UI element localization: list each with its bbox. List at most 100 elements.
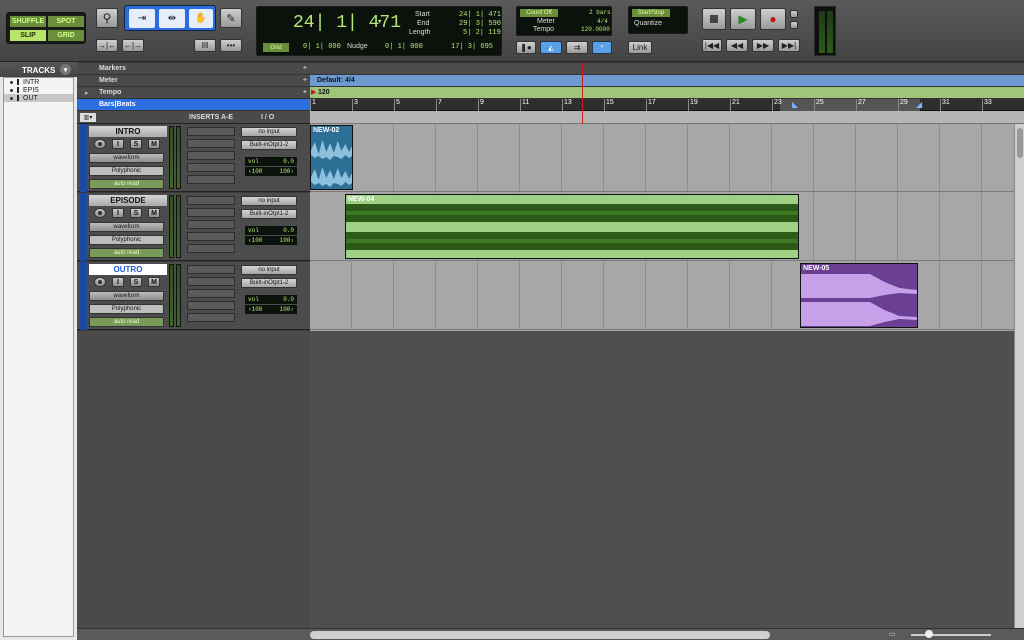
- markers-ruler[interactable]: [310, 63, 1024, 75]
- play-button[interactable]: ▶: [730, 8, 756, 30]
- wait-for-note-button[interactable]: ❚●: [516, 41, 536, 54]
- meter-ruler[interactable]: Default: 4/4: [310, 75, 1024, 87]
- record-enable-button[interactable]: [94, 139, 106, 149]
- input-selector[interactable]: no input: [241, 196, 297, 206]
- solo-button[interactable]: S: [130, 277, 142, 287]
- input-monitor-button[interactable]: I: [112, 208, 124, 218]
- vertical-scrollbar[interactable]: [1014, 124, 1024, 628]
- insert-slot[interactable]: ◦: [187, 163, 235, 172]
- fast-forward-button[interactable]: ▶▶: [752, 39, 774, 52]
- volume-value[interactable]: 0.0: [283, 158, 294, 165]
- input-selector[interactable]: no input: [241, 265, 297, 275]
- shuffle-mode-button[interactable]: SHUFFLE: [10, 16, 46, 27]
- add-tempo-icon[interactable]: +: [303, 89, 307, 96]
- volume-display[interactable]: vol 0.0: [245, 157, 297, 166]
- pencil-tool-button[interactable]: ✎: [220, 8, 242, 28]
- insert-slot[interactable]: ◦: [187, 208, 235, 217]
- record-button[interactable]: ●: [760, 8, 786, 30]
- timeline-empty-area[interactable]: [310, 331, 1014, 628]
- volume-display[interactable]: vol 0.0: [245, 226, 297, 235]
- automation-mode-selector[interactable]: auto read: [89, 317, 164, 327]
- markers-ruler-label[interactable]: Markers +: [77, 63, 310, 75]
- online-toggle[interactable]: [790, 21, 798, 29]
- selector-tool-button[interactable]: ⇹: [159, 9, 185, 28]
- link-button[interactable]: Link: [628, 41, 652, 54]
- track-lane[interactable]: NEW-05: [310, 262, 1014, 330]
- track-lane[interactable]: NEW-04: [310, 193, 1014, 261]
- volume-display[interactable]: vol 0.0: [245, 295, 297, 304]
- record-enable-button[interactable]: [94, 277, 106, 287]
- pan-right-value[interactable]: 100›: [280, 168, 294, 175]
- stop-button[interactable]: [702, 8, 726, 30]
- meter-value[interactable]: 4/4: [597, 18, 608, 25]
- zoom-slider[interactable]: [911, 634, 991, 636]
- output-selector[interactable]: Built-inOtpt1-2: [241, 140, 297, 150]
- loop-toggle[interactable]: [790, 10, 798, 18]
- insert-slot[interactable]: ◦: [187, 301, 235, 310]
- nudge-value[interactable]: 0| 1| 000: [385, 43, 423, 51]
- volume-value[interactable]: 0.0: [283, 296, 294, 303]
- input-monitor-button[interactable]: I: [112, 277, 124, 287]
- tracks-menu-button[interactable]: ▾: [60, 64, 71, 75]
- elastic-audio-selector[interactable]: Polyphonic: [89, 235, 164, 245]
- pan-display[interactable]: ‹100 100›: [245, 305, 297, 314]
- add-marker-icon[interactable]: +: [303, 65, 307, 72]
- tempo-ruler-label[interactable]: ▸ Tempo +: [77, 87, 310, 99]
- visibility-dot-icon[interactable]: [10, 80, 13, 84]
- metronome-button[interactable]: ◭: [540, 41, 562, 54]
- audio-clip[interactable]: NEW-04: [345, 194, 799, 259]
- tempo-value[interactable]: 120.0000: [581, 26, 610, 33]
- go-to-end-button[interactable]: ▶▶|: [778, 39, 800, 52]
- track-name[interactable]: EPISODE: [89, 195, 167, 206]
- pan-display[interactable]: ‹100 100›: [245, 167, 297, 176]
- tempo-ruler[interactable]: ▶ 120: [310, 87, 1024, 99]
- zoom-out-icon[interactable]: ▭: [889, 630, 896, 638]
- view-options-button[interactable]: ▥▾: [80, 113, 96, 122]
- start-stop-button[interactable]: Start/Stop: [632, 9, 670, 17]
- mute-button[interactable]: M: [148, 277, 160, 287]
- insert-slot[interactable]: ◦: [187, 151, 235, 160]
- selection-start-marker-icon[interactable]: ◣: [792, 100, 798, 109]
- output-selector[interactable]: Built-inOtpt1-2: [241, 209, 297, 219]
- count-off-value[interactable]: 2 bars: [589, 9, 611, 16]
- visibility-dot-icon[interactable]: [10, 96, 13, 100]
- automation-mode-selector[interactable]: auto read: [89, 248, 164, 258]
- start-value[interactable]: 24| 1| 471: [459, 11, 501, 19]
- mute-button[interactable]: M: [148, 139, 160, 149]
- pan-display[interactable]: ‹100 100›: [245, 236, 297, 245]
- zoom-slider-thumb[interactable]: [925, 630, 933, 638]
- rewind-button[interactable]: ◀◀: [726, 39, 748, 52]
- track-name[interactable]: OUTRO: [89, 264, 167, 275]
- track-view-selector[interactable]: waveform: [89, 153, 164, 163]
- pan-left-value[interactable]: ‹100: [248, 168, 262, 175]
- selection-end-marker-icon[interactable]: ◢: [916, 100, 922, 109]
- insert-slot[interactable]: ◦: [187, 220, 235, 229]
- return-to-zero-button[interactable]: |◀◀: [702, 39, 722, 52]
- midi-merge-button[interactable]: ⇉: [566, 41, 588, 54]
- pan-left-value[interactable]: ‹100: [248, 306, 262, 313]
- input-selector[interactable]: no input: [241, 127, 297, 137]
- slip-mode-button[interactable]: SLIP: [10, 30, 46, 41]
- main-counter[interactable]: 24| 1| 471: [293, 13, 401, 33]
- grabber-tool-button[interactable]: ✋: [189, 9, 213, 28]
- tempo-marker-icon[interactable]: ▶: [311, 88, 316, 96]
- insert-slot[interactable]: ◦: [187, 265, 235, 274]
- track-view-selector[interactable]: waveform: [89, 222, 164, 232]
- edit-timeline[interactable]: NEW-02 NEW-04 NEW-05: [310, 124, 1014, 331]
- grid-button[interactable]: Grid: [263, 43, 289, 52]
- automation-mode-selector[interactable]: auto read: [89, 179, 164, 189]
- track-list-item[interactable]: OUT: [4, 94, 73, 102]
- insert-slot[interactable]: ◦: [187, 127, 235, 136]
- zoom-tool-button[interactable]: ⚲: [96, 8, 118, 28]
- volume-value[interactable]: 0.0: [283, 227, 294, 234]
- track-view-selector[interactable]: waveform: [89, 291, 164, 301]
- audio-clip[interactable]: NEW-05: [800, 263, 918, 328]
- insert-slot[interactable]: ◦: [187, 289, 235, 298]
- more-button[interactable]: •••: [220, 39, 242, 52]
- solo-button[interactable]: S: [130, 208, 142, 218]
- output-selector[interactable]: Built-inOtpt1-2: [241, 278, 297, 288]
- zoom-toggle-button[interactable]: ←|→: [122, 39, 144, 52]
- track-lane[interactable]: NEW-02: [310, 124, 1014, 192]
- elastic-audio-selector[interactable]: Polyphonic: [89, 304, 164, 314]
- visibility-dot-icon[interactable]: [10, 88, 13, 92]
